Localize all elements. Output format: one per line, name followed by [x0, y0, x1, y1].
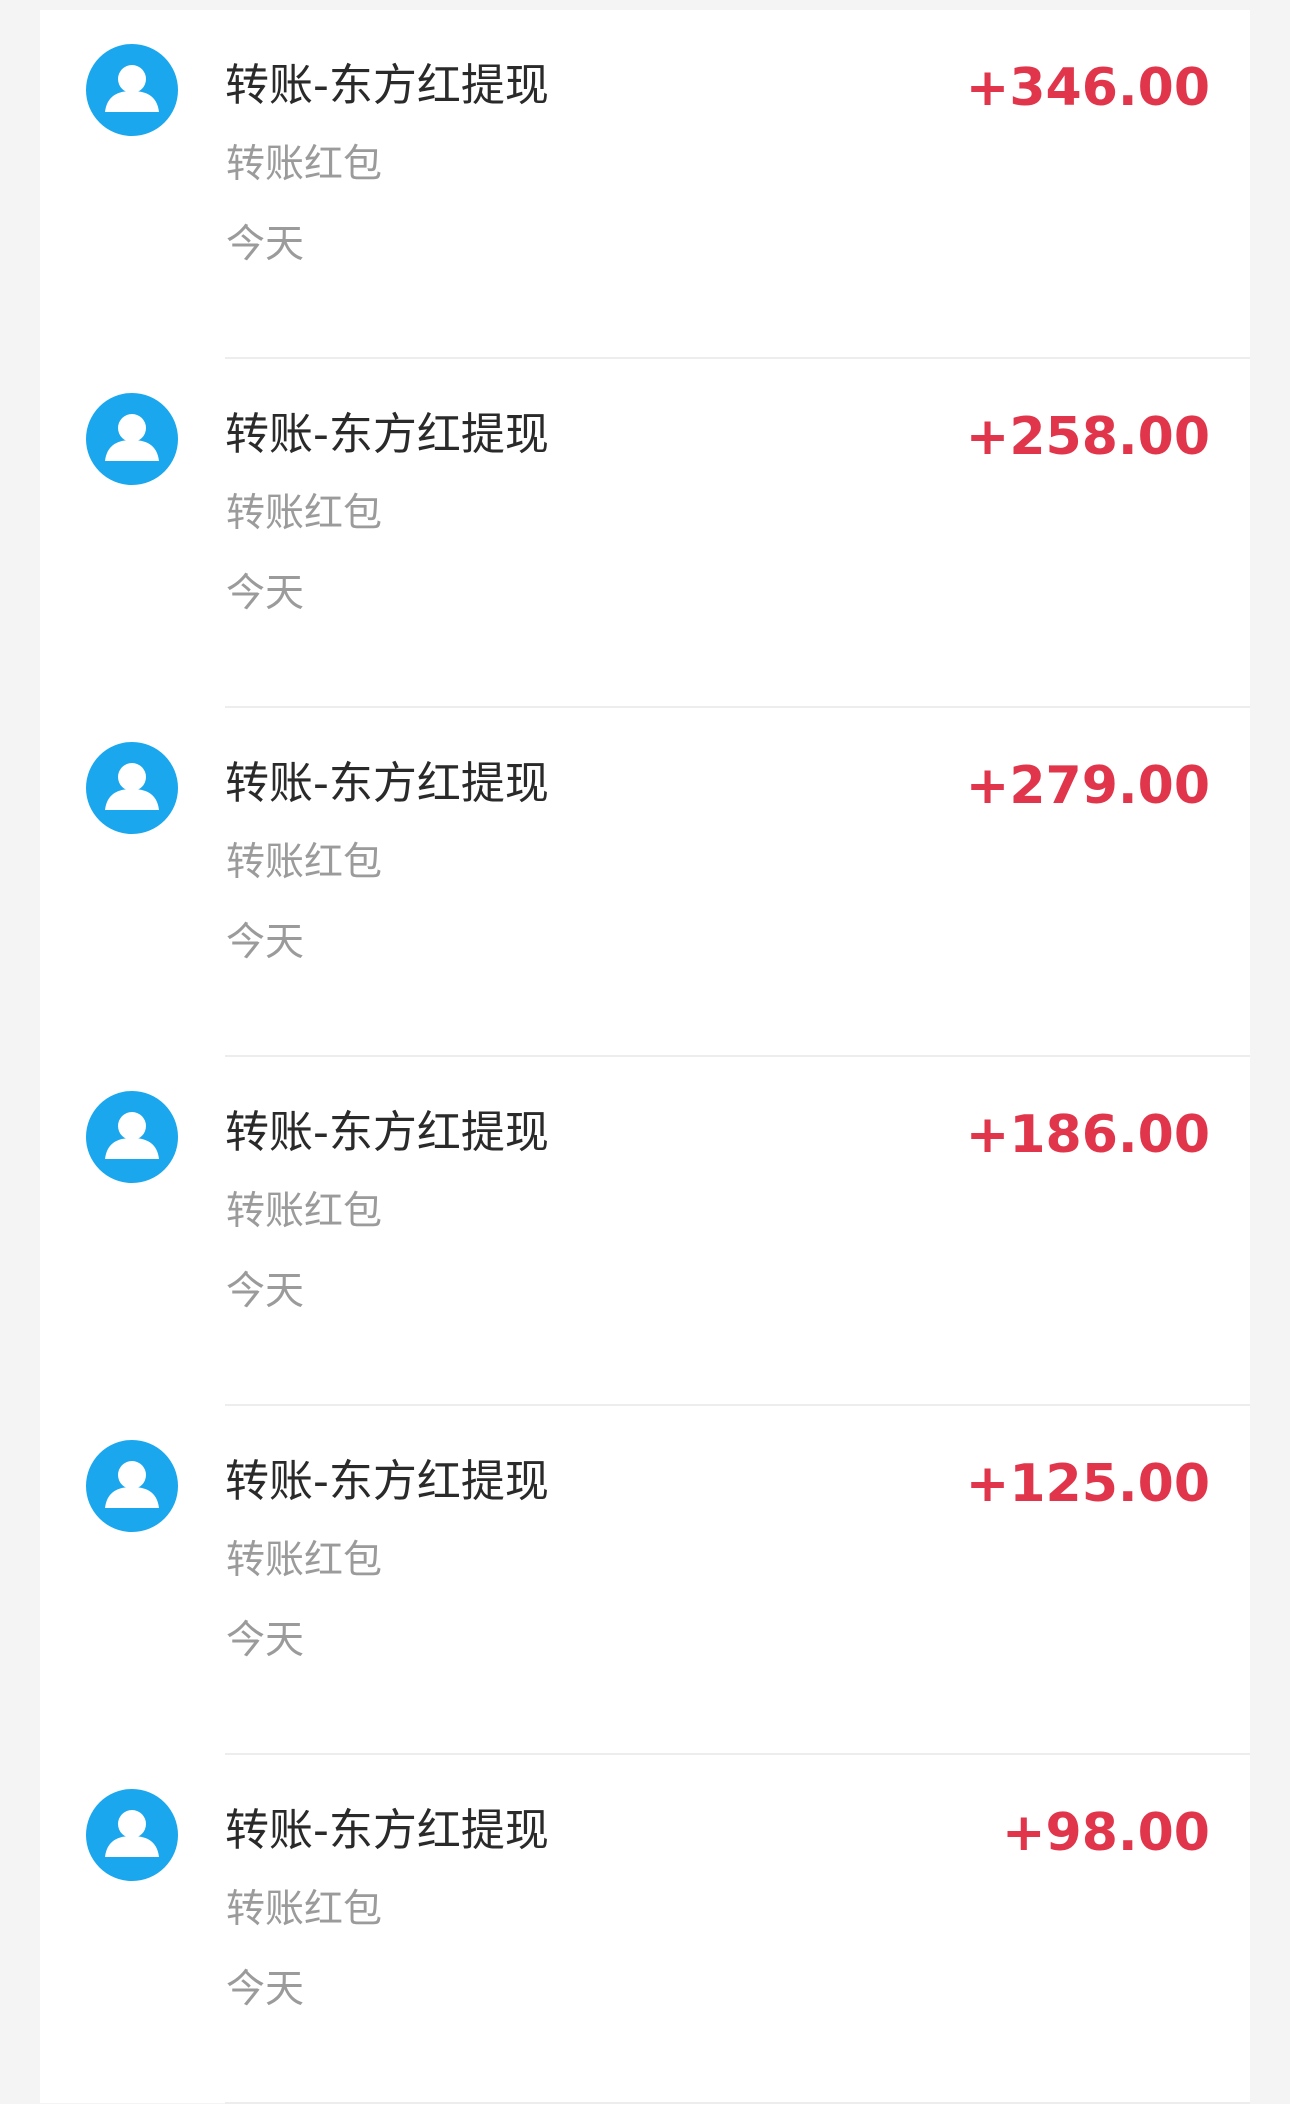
transaction-date: 今天 [226, 222, 305, 267]
transaction-list-page: 转账-东方红提现 转账红包 今天 +346.00 转账-东方红提现 转账红包 今… [0, 0, 1290, 2104]
user-avatar-icon [86, 742, 178, 834]
transaction-item[interactable]: 转账-东方红提现 转账红包 今天 +186.00 [40, 1057, 1250, 1406]
transaction-type: 转账红包 [226, 491, 383, 536]
user-avatar-icon [86, 1091, 178, 1183]
transaction-date: 今天 [226, 1967, 305, 2012]
transaction-item[interactable]: 转账-东方红提现 转账红包 今天 +279.00 [40, 708, 1250, 1057]
transaction-type: 转账红包 [226, 1887, 383, 1932]
transaction-date: 今天 [226, 1618, 305, 1663]
transaction-amount: +279.00 [965, 756, 1210, 816]
transaction-type: 转账红包 [226, 142, 383, 187]
user-avatar-icon [86, 393, 178, 485]
transaction-title: 转账-东方红提现 [225, 1805, 549, 1856]
transaction-amount: +186.00 [965, 1105, 1210, 1165]
transaction-amount: +125.00 [965, 1454, 1210, 1514]
transaction-item[interactable]: 转账-东方红提现 转账红包 今天 +98.00 [40, 1755, 1250, 2104]
transaction-title: 转账-东方红提现 [225, 1456, 549, 1507]
transaction-amount: +258.00 [965, 407, 1210, 467]
transaction-date: 今天 [226, 1269, 305, 1314]
transaction-item[interactable]: 转账-东方红提现 转账红包 今天 +346.00 [40, 10, 1250, 359]
transaction-list: 转账-东方红提现 转账红包 今天 +346.00 转账-东方红提现 转账红包 今… [40, 10, 1250, 2104]
transaction-item[interactable]: 转账-东方红提现 转账红包 今天 +125.00 [40, 1406, 1250, 1755]
transaction-type: 转账红包 [226, 840, 383, 885]
transaction-date: 今天 [226, 920, 305, 965]
transaction-amount: +346.00 [965, 58, 1210, 118]
transaction-type: 转账红包 [226, 1538, 383, 1583]
transaction-title: 转账-东方红提现 [225, 758, 549, 809]
user-avatar-icon [86, 1440, 178, 1532]
user-avatar-icon [86, 44, 178, 136]
transaction-title: 转账-东方红提现 [225, 60, 549, 111]
transaction-item[interactable]: 转账-东方红提现 转账红包 今天 +258.00 [40, 359, 1250, 708]
transaction-amount: +98.00 [1001, 1803, 1210, 1863]
transaction-title: 转账-东方红提现 [225, 1107, 549, 1158]
transaction-type: 转账红包 [226, 1189, 383, 1234]
transaction-title: 转账-东方红提现 [225, 409, 549, 460]
transaction-date: 今天 [226, 571, 305, 616]
user-avatar-icon [86, 1789, 178, 1881]
